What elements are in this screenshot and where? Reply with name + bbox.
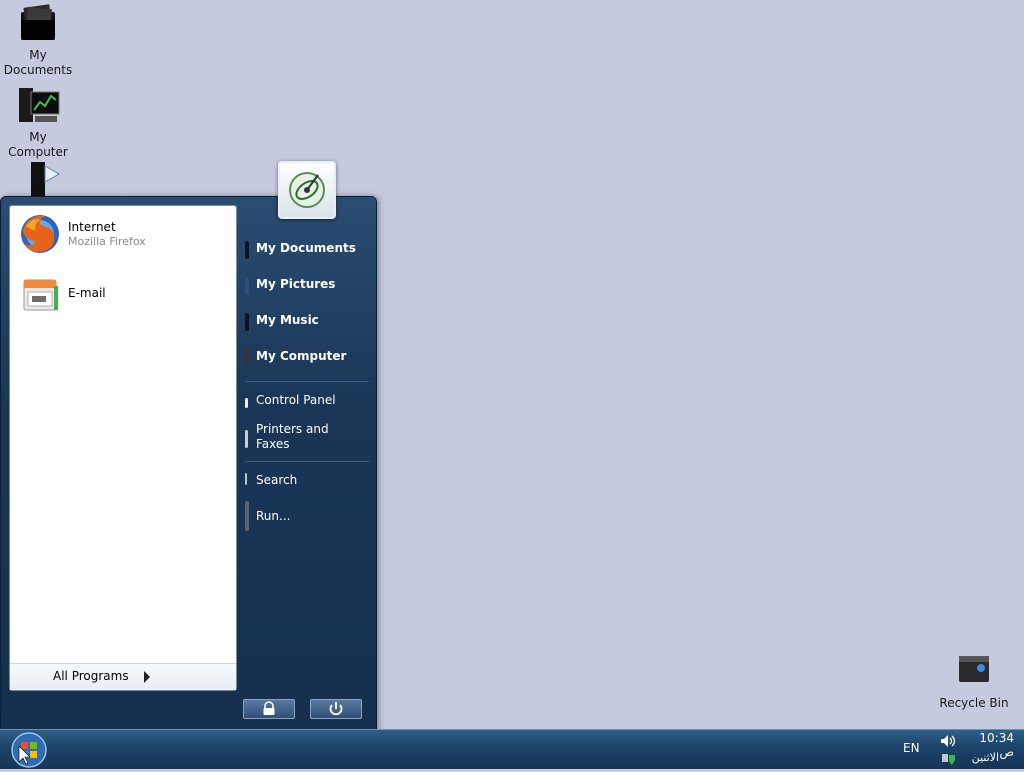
clock-day: الاثنين [971, 751, 999, 764]
right-link-label: Printers and Faxes [256, 422, 329, 451]
language-indicator[interactable]: EN [903, 741, 920, 755]
user-picture[interactable] [278, 161, 336, 219]
right-link-printers-faxes[interactable]: Printers and Faxes [245, 422, 370, 454]
run-icon [245, 501, 249, 531]
my-documents-icon [245, 241, 249, 259]
menu-separator [245, 381, 369, 382]
right-link-label: My Computer [256, 349, 347, 363]
right-link-label: My Pictures [256, 277, 336, 291]
desktop-icon-label: Recycle Bin [939, 696, 1009, 710]
printer-icon [245, 430, 248, 448]
desktop-icon-label: My Documents [3, 48, 73, 77]
firefox-icon [18, 212, 62, 256]
folder-icon [15, 2, 61, 46]
desktop-icon-recycle-bin[interactable]: Recycle Bin [934, 650, 1014, 711]
my-computer-icon [245, 349, 249, 367]
pinned-item-subtitle: Mozilla Firefox [68, 235, 146, 248]
desktop-icon-label: My Computer [8, 130, 68, 159]
pinned-item-internet[interactable]: Internet Mozilla Firefox [16, 210, 230, 258]
power-icon [329, 702, 343, 716]
right-link-label: Run... [256, 509, 291, 523]
computer-icon [15, 84, 61, 128]
my-music-icon [245, 313, 249, 331]
windows-logo-icon [11, 732, 47, 768]
menu-separator [245, 461, 369, 462]
my-pictures-icon [245, 277, 249, 295]
pinned-item-title: Internet [68, 220, 116, 234]
arrow-right-icon [144, 671, 150, 683]
satellite-dish-icon [289, 172, 325, 208]
desktop-icon-my-computer[interactable]: My Computer [0, 84, 78, 160]
volume-icon[interactable] [940, 733, 956, 747]
all-programs-button[interactable]: All Programs [10, 663, 236, 690]
right-link-label: My Music [256, 313, 319, 327]
control-panel-icon [245, 398, 248, 408]
right-link-label: Search [256, 473, 298, 487]
pinned-item-email[interactable]: E-mail [16, 270, 230, 318]
all-programs-label: All Programs [53, 669, 129, 683]
recycle-bin-icon [951, 650, 997, 694]
search-icon [245, 473, 247, 485]
desktop-icon-my-documents[interactable]: My Documents [0, 2, 78, 78]
email-icon [18, 272, 62, 316]
pinned-item-title: E-mail [68, 286, 106, 300]
power-button[interactable] [310, 699, 362, 719]
lock-icon [263, 701, 275, 715]
start-button[interactable] [11, 732, 47, 768]
start-menu: Internet Mozilla Firefox E-mail All Prog… [0, 161, 377, 731]
right-link-label: Control Panel [256, 393, 336, 407]
right-link-label: My Documents [256, 241, 356, 255]
lock-button[interactable] [243, 699, 295, 719]
pinned-programs-pane: Internet Mozilla Firefox E-mail All Prog… [9, 205, 237, 691]
taskbar: EN 10:34 ص الاثنين [0, 729, 1024, 769]
security-shield-icon[interactable] [941, 751, 957, 765]
